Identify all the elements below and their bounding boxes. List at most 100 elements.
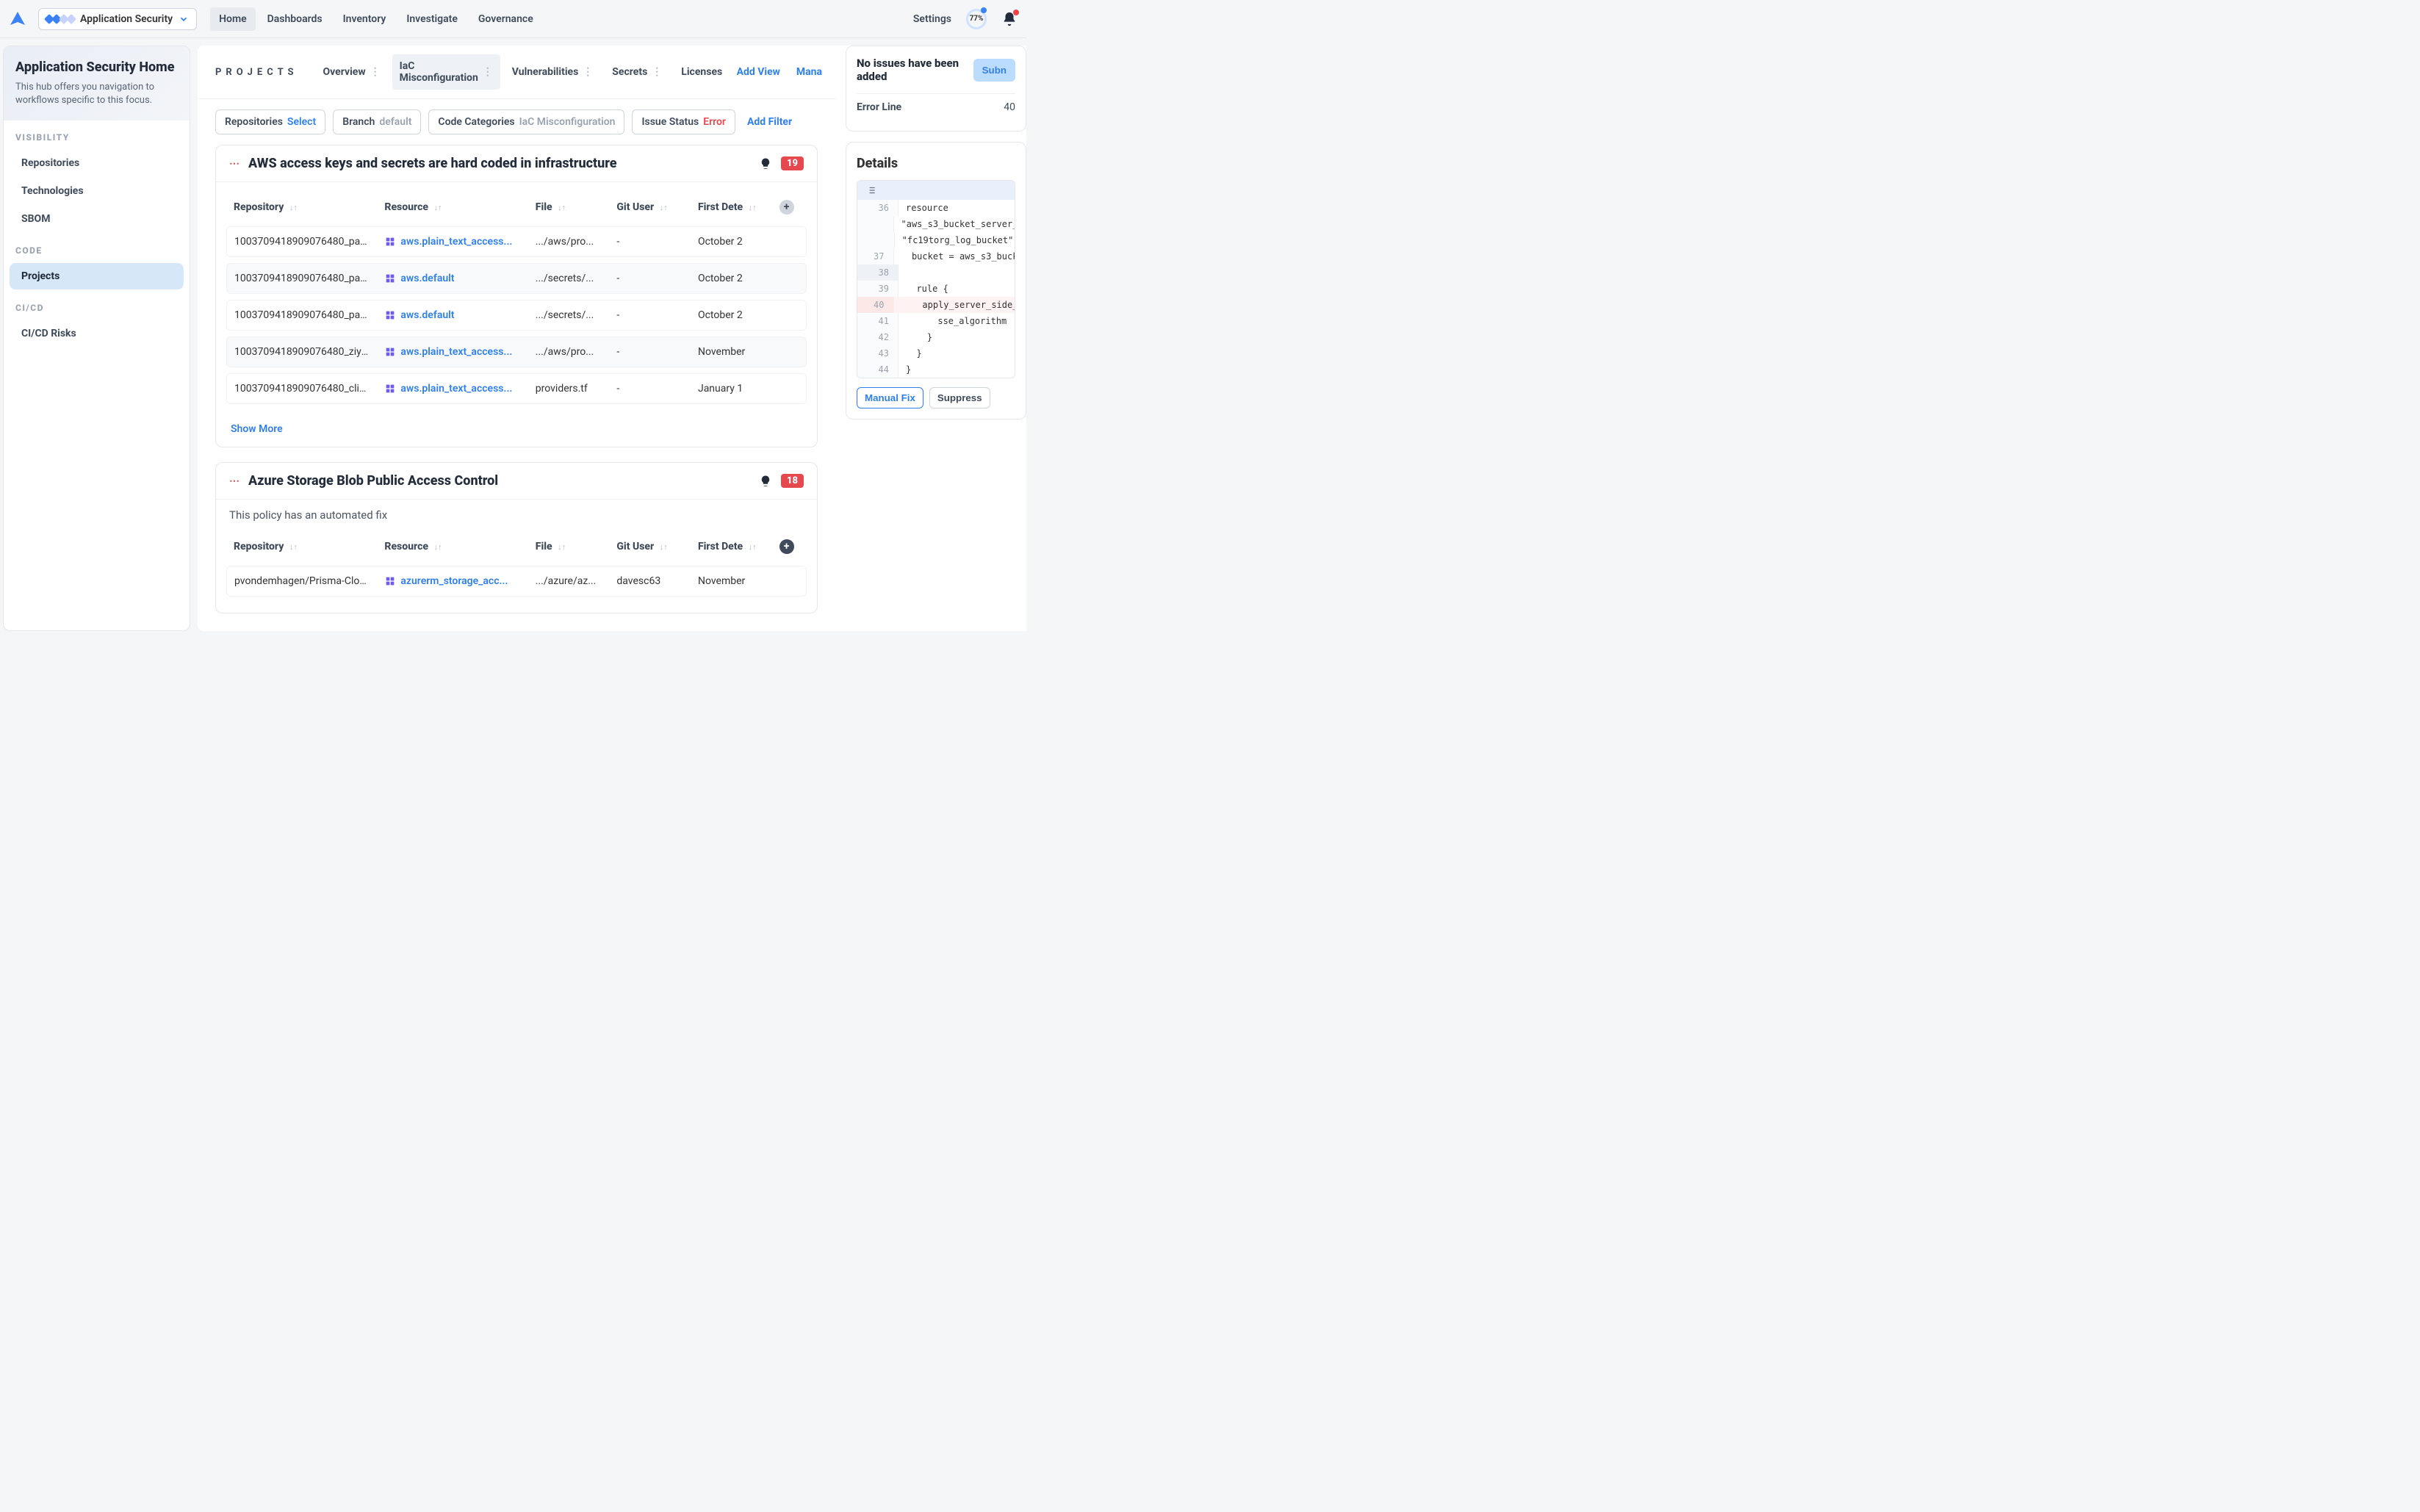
- card-menu-icon[interactable]: ⋯: [229, 475, 240, 487]
- sort-icon: ↓↑: [289, 203, 298, 212]
- kebab-icon[interactable]: ⋮: [652, 66, 662, 78]
- col-header[interactable]: Resource ↓↑: [377, 533, 527, 560]
- add-filter-link[interactable]: Add Filter: [743, 110, 796, 134]
- line-number: 40: [857, 297, 894, 313]
- kebab-icon[interactable]: ⋮: [583, 66, 593, 78]
- add-column-button[interactable]: +: [779, 200, 794, 215]
- cell-first-detected: November: [691, 566, 772, 597]
- lightbulb-icon[interactable]: [759, 475, 772, 488]
- col-header[interactable]: Git User ↓↑: [609, 194, 691, 220]
- kebab-icon[interactable]: ⋮: [483, 66, 493, 78]
- card-title: AWS access keys and secrets are hard cod…: [248, 156, 750, 171]
- sidebar-item-sbom[interactable]: SBOM: [10, 206, 184, 232]
- code-line: 43 }: [857, 345, 1015, 361]
- filter-chip-branch[interactable]: Branchdefault: [333, 109, 421, 134]
- code-snippet: 36resource"aws_s3_bucket_server_si"fc19t…: [857, 180, 1015, 378]
- table-row[interactable]: 1003709418909076480_pad...aws.default...…: [226, 300, 807, 331]
- details-heading: Details: [857, 153, 1015, 180]
- cell-first-detected: October 2: [691, 263, 772, 294]
- notifications-bell-icon[interactable]: [1001, 11, 1018, 27]
- line-content: [899, 264, 913, 281]
- code-line: 40 apply_server_side_en: [857, 297, 1015, 313]
- app-picker[interactable]: Application Security: [38, 8, 197, 30]
- main-content: PROJECTS Overview⋮IaC Misconfiguration⋮V…: [198, 46, 835, 631]
- subtab-secrets[interactable]: Secrets⋮: [605, 54, 669, 90]
- cards-scroll: ⋯ AWS access keys and secrets are hard co…: [198, 145, 835, 631]
- cell-file: .../aws/pro...: [528, 336, 610, 367]
- card-menu-icon[interactable]: ⋯: [229, 158, 240, 170]
- nav-tab-inventory[interactable]: Inventory: [334, 7, 395, 31]
- code-line: "aws_s3_bucket_server_si: [857, 216, 1015, 232]
- col-header[interactable]: Resource ↓↑: [377, 194, 527, 220]
- col-header[interactable]: File ↓↑: [528, 194, 610, 220]
- manage-views-link[interactable]: Mana: [796, 66, 822, 78]
- add-column-button[interactable]: +: [779, 539, 794, 554]
- sidebar-item-projects[interactable]: Projects: [10, 263, 184, 289]
- nav-tab-governance[interactable]: Governance: [469, 7, 542, 31]
- cell-resource[interactable]: aws.plain_text_access...: [377, 336, 527, 367]
- no-issues-heading: No issues have been added: [857, 57, 966, 83]
- col-header[interactable]: Repository ↓↑: [226, 194, 377, 220]
- lightbulb-icon[interactable]: [759, 157, 772, 170]
- settings-link[interactable]: Settings: [913, 13, 951, 25]
- sidebar-title: Application Security Home: [15, 60, 178, 75]
- col-header[interactable]: First Dete ↓↑: [691, 194, 772, 220]
- cell-first-detected: January 1: [691, 373, 772, 404]
- cell-file: .../aws/pro...: [528, 226, 610, 257]
- score-gauge[interactable]: 77%: [966, 9, 987, 29]
- filter-chip-repositories[interactable]: RepositoriesSelect: [215, 109, 325, 134]
- subtab-iac-misconfiguration[interactable]: IaC Misconfiguration⋮: [392, 54, 500, 90]
- cell-file: .../secrets/...: [528, 300, 610, 331]
- nav-tab-investigate[interactable]: Investigate: [397, 7, 467, 31]
- sidebar-item-technologies[interactable]: Technologies: [10, 178, 184, 204]
- cell-repository: pvondemhagen/Prisma-Cloud...: [226, 566, 377, 597]
- cell-resource[interactable]: aws.default: [377, 263, 527, 294]
- code-line: 41 sse_algorithm: [857, 313, 1015, 329]
- card-title: Azure Storage Blob Public Access Control: [248, 473, 750, 489]
- table-row[interactable]: 1003709418909076480_pad...aws.default...…: [226, 263, 807, 294]
- sidebar-item-repositories[interactable]: Repositories: [10, 150, 184, 176]
- col-header[interactable]: Repository ↓↑: [226, 533, 377, 560]
- line-number: 37: [857, 248, 894, 264]
- cell-file: .../secrets/...: [528, 263, 610, 294]
- cell-first-detected: November: [691, 336, 772, 367]
- line-content: }: [899, 329, 940, 345]
- table-row[interactable]: 1003709418909076480_ziyu...aws.plain_tex…: [226, 336, 807, 367]
- sort-icon: ↓↑: [558, 203, 566, 212]
- sidebar-item-ci-cd-risks[interactable]: CI/CD Risks: [10, 320, 184, 347]
- filter-chip-code-categories[interactable]: Code CategoriesIaC Misconfiguration: [428, 109, 624, 134]
- cell-git-user: davesc63: [609, 566, 691, 597]
- col-header[interactable]: First Dete ↓↑: [691, 533, 772, 560]
- cell-git-user: -: [609, 300, 691, 331]
- table-row[interactable]: pvondemhagen/Prisma-Cloud...azurerm_stor…: [226, 566, 807, 597]
- submit-button[interactable]: Subn: [973, 59, 1015, 82]
- manual-fix-button[interactable]: Manual Fix: [857, 387, 923, 408]
- issues-panel: No issues have been added Subn Error Lin…: [846, 46, 1026, 132]
- cell-resource[interactable]: aws.default: [377, 300, 527, 331]
- subtab-vulnerabilities[interactable]: Vulnerabilities⋮: [505, 54, 601, 90]
- cell-git-user: -: [609, 226, 691, 257]
- suppress-button[interactable]: Suppress: [929, 387, 990, 408]
- table-row[interactable]: 1003709418909076480_cli_r...aws.plain_te…: [226, 373, 807, 404]
- nav-tab-home[interactable]: Home: [210, 7, 256, 31]
- code-line: 39 rule {: [857, 281, 1015, 297]
- cell-resource[interactable]: azurerm_storage_acc...: [377, 566, 527, 597]
- cell-resource[interactable]: aws.plain_text_access...: [377, 226, 527, 257]
- line-content: resource: [899, 200, 956, 216]
- cell-resource[interactable]: aws.plain_text_access...: [377, 373, 527, 404]
- table-row[interactable]: 1003709418909076480_pad...aws.plain_text…: [226, 226, 807, 257]
- col-header[interactable]: Git User ↓↑: [609, 533, 691, 560]
- cell-repository: 1003709418909076480_cli_r...: [226, 373, 377, 404]
- add-view-link[interactable]: Add View: [737, 66, 780, 78]
- col-header[interactable]: File ↓↑: [528, 533, 610, 560]
- nav-tab-dashboards[interactable]: Dashboards: [259, 7, 331, 31]
- cell-first-detected: October 2: [691, 226, 772, 257]
- filter-chip-issue-status[interactable]: Issue StatusError: [632, 109, 735, 134]
- show-more-link[interactable]: Show More: [216, 420, 817, 447]
- subtabs-heading: PROJECTS: [215, 67, 298, 78]
- line-content: "fc19torg_log_bucket" {: [895, 232, 1015, 248]
- subtab-licenses[interactable]: Licenses⋮: [674, 54, 723, 90]
- subtab-overview[interactable]: Overview⋮: [316, 54, 388, 90]
- line-content: rule {: [899, 281, 956, 297]
- kebab-icon[interactable]: ⋮: [370, 66, 381, 78]
